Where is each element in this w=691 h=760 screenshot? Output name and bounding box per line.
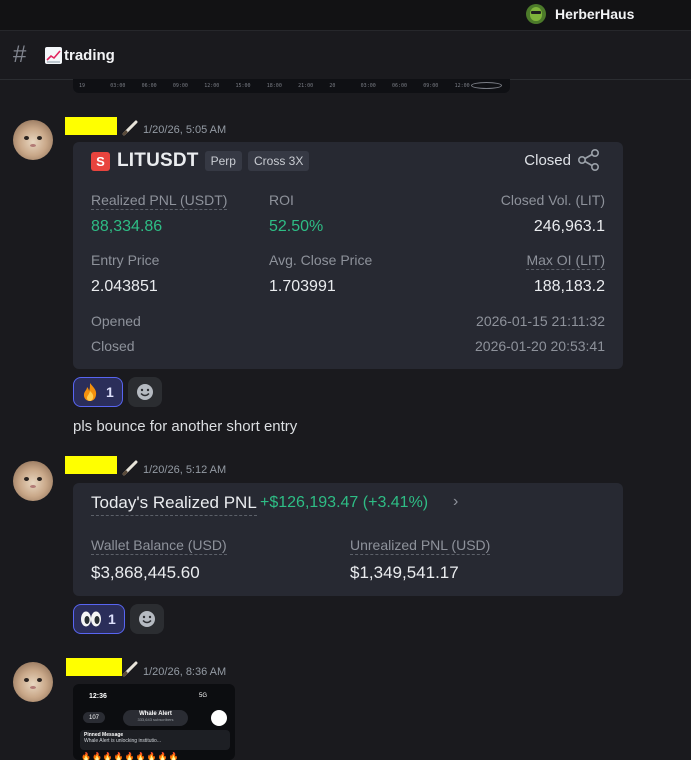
unrealized-pnl-value: $1,349,541.17 [350,563,459,582]
phone-signal: 5G [199,693,208,699]
chart-tick: 09:00 [423,83,439,89]
roi-label: ROI [269,192,294,208]
entry-price-value: 2.043851 [91,278,158,295]
wallet-balance-label: Wallet Balance (USD) [91,537,227,555]
trade-symbol: LITUSDT [117,150,199,171]
opened-value: 2026-01-15 21:11:32 [476,313,605,329]
top-bar: HerberHaus [0,0,691,31]
chart-increasing-icon [45,46,62,64]
chart-tick: 03:00 [360,83,376,89]
avg-close-label: Avg. Close Price [269,252,373,268]
chart-tick: 21:00 [298,83,314,89]
redacted-username [65,117,117,135]
chart-tick: 12:00 [204,83,220,89]
realized-pnl-value: 88,334.86 [91,218,163,235]
chart-image-strip[interactable]: 19 03:00 06:00 09:00 12:00 15:00 18:00 2… [73,79,510,93]
redacted-username [66,658,122,676]
closed-vol-value: 246,963.1 [533,218,605,235]
pnl-title: Today's Realized PNL [91,493,257,516]
settings-icon [470,82,502,89]
chart-tick: 09:00 [172,83,188,89]
roi-value: 52.50% [269,218,324,235]
user-profile[interactable]: HerberHaus [526,4,634,24]
message-timestamp: 1/20/26, 5:12 AM [143,464,227,476]
phone-fire-row: 🔥🔥🔥🔥🔥🔥🔥🔥🔥 [81,752,180,760]
pnl-card[interactable]: Today's Realized PNL +$126,193.47 (+3.41… [73,483,623,596]
phone-time: 12:36 [89,693,107,700]
max-oi-label: Max OI (LIT) [526,252,605,270]
reaction-fire[interactable]: 1 [73,377,123,407]
screenshot-attachment[interactable]: 12:36 5G 107 Whale Alert 333,643 subscri… [73,684,235,760]
reaction-eyes[interactable]: 1 [73,604,125,634]
opened-label: Opened [91,313,141,329]
closed-label: Closed [91,338,135,354]
reaction-bar: 1 [73,377,162,407]
smiley-icon [136,384,153,400]
chart-tick: 18:00 [266,83,282,89]
pen-icon [122,460,138,476]
chart-tick: 20 [329,83,336,89]
chart-tick: 06:00 [141,83,157,89]
realized-pnl-label: Realized PNL (USDT) [91,192,228,210]
trade-card[interactable]: S LITUSDT Perp Cross 3X Closed Realized … [73,142,623,369]
phone-channel-avatar [211,710,227,726]
phone-back-count: 107 [83,712,105,723]
phone-channel-subs: 333,643 subscribers [137,717,174,722]
smiley-icon [138,611,155,627]
phone-pinned-text: Whale Alert is unlocking institutio... [84,738,161,744]
trade-status: Closed [524,152,571,169]
avg-close-value: 1.703991 [269,278,336,295]
closed-value: 2026-01-20 20:53:41 [475,338,605,354]
tag-leverage: Cross 3X [247,151,310,171]
pnl-value: +$126,193.47 (+3.41%) [260,494,429,511]
wallet-balance-value: $3,868,445.60 [91,563,200,582]
chart-tick: 19 [79,83,86,89]
message-timestamp: 1/20/26, 5:05 AM [143,124,227,136]
author-avatar[interactable] [13,662,53,702]
exchange-logo-icon: S [91,151,110,171]
chart-tick: 15:00 [235,83,251,89]
reaction-count: 1 [106,384,114,400]
channel-header: # trading [0,31,691,80]
max-oi-value: 188,183.2 [533,278,605,295]
chart-tick: 03:00 [110,83,126,89]
entry-price-label: Entry Price [91,252,160,268]
message-text: pls bounce for another short entry [73,418,298,435]
message-timestamp: 1/20/26, 8:36 AM [143,666,227,678]
add-reaction-button[interactable] [129,604,164,634]
tag-perp: Perp [204,151,242,171]
reaction-count: 1 [108,611,116,627]
phone-pinned-message: Pinned Message Whale Alert is unlocking … [80,730,230,750]
pen-icon [122,661,138,677]
share-icon[interactable] [577,149,601,171]
hash-icon: # [13,41,27,68]
username[interactable]: HerberHaus [555,6,634,22]
redacted-username [65,456,117,474]
reaction-bar: 1 [73,604,164,634]
chart-tick: 06:00 [391,83,408,89]
author-avatar[interactable] [13,120,53,160]
unrealized-pnl-label: Unrealized PNL (USD) [350,537,491,555]
author-avatar[interactable] [13,461,53,501]
add-reaction-button[interactable] [127,377,162,407]
user-avatar[interactable] [526,4,546,24]
eyes-icon [81,611,101,627]
pen-icon [122,120,138,136]
chevron-right-icon[interactable]: › [453,493,458,511]
fire-icon [83,383,97,401]
phone-channel-pill: Whale Alert 333,643 subscribers [123,710,188,726]
closed-vol-label: Closed Vol. (LIT) [500,192,605,208]
channel-name: trading [64,46,115,64]
